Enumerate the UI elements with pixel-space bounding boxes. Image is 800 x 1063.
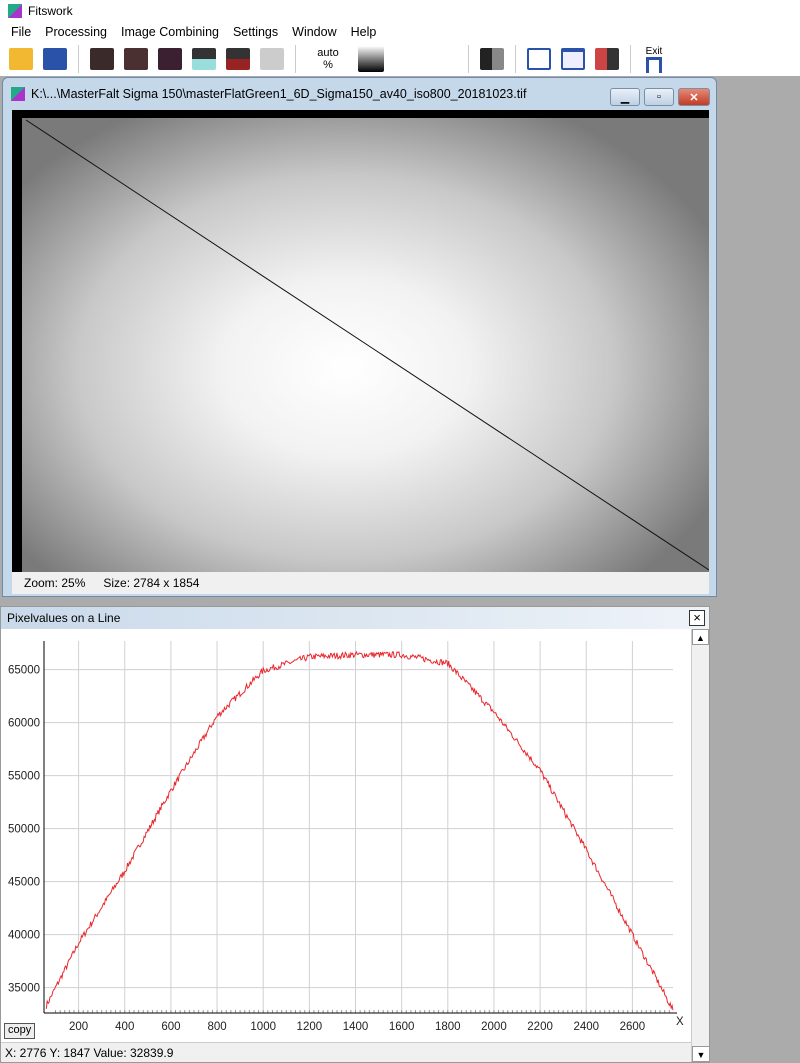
x-tick-label: 1000 xyxy=(250,1021,276,1033)
close-icon: × xyxy=(693,610,701,625)
profile-line[interactable] xyxy=(22,118,709,572)
copy-button[interactable]: copy xyxy=(4,1023,36,1039)
cursor-readout: X: 2776 Y: 1847 Value: 32839.9 xyxy=(1,1042,691,1062)
open-folder-icon xyxy=(9,48,33,70)
app-title: Fitswork xyxy=(28,4,73,18)
y-tick-label: 60000 xyxy=(8,718,40,730)
x-tick-label: 2600 xyxy=(620,1021,646,1033)
cut-button[interactable] xyxy=(257,44,287,74)
toolbar-separator xyxy=(515,45,516,73)
save-icon xyxy=(43,48,67,70)
menu-image-combining[interactable]: Image Combining xyxy=(114,25,226,39)
vertical-scrollbar[interactable]: ▲ ▼ xyxy=(691,629,710,1062)
profile-series-line xyxy=(45,650,674,1011)
duplicate-image-icon xyxy=(226,48,250,70)
exit-label: Exit xyxy=(645,45,663,57)
image-size: Size: 2784 x 1854 xyxy=(103,576,200,590)
histogram-icon xyxy=(527,48,551,70)
text-annotate-button[interactable] xyxy=(592,44,622,74)
gradient-icon xyxy=(358,46,384,72)
menu-settings[interactable]: Settings xyxy=(226,25,285,39)
y-tick-label: 50000 xyxy=(8,824,40,836)
close-icon: ✕ xyxy=(689,91,699,104)
y-tick-label: 40000 xyxy=(8,930,40,942)
image-window: K:\...\MasterFalt Sigma 150\masterFlatGr… xyxy=(2,77,717,597)
flip-vertical-icon xyxy=(124,48,148,70)
profile-chart: 200 400 600 800 1000 1200 1400 1600 1800 2000 2200… xyxy=(8,641,684,1033)
image-statusbar: Zoom: 25% Size: 2784 x 1854 xyxy=(12,572,709,594)
panel-title: Pixelvalues on a Line xyxy=(7,611,121,625)
menu-file[interactable]: File xyxy=(4,25,38,39)
x-axis-label: X xyxy=(676,1016,684,1028)
exit-button[interactable]: Exit xyxy=(639,44,669,74)
maximize-button[interactable]: ▫ xyxy=(644,88,674,106)
save-button[interactable] xyxy=(40,44,70,74)
panel-close-button[interactable]: × xyxy=(689,610,705,626)
x-tick-label: 1800 xyxy=(435,1021,461,1033)
menu-help[interactable]: Help xyxy=(344,25,384,39)
auto-label: auto xyxy=(317,47,339,59)
histogram-button[interactable] xyxy=(524,44,554,74)
x-tick-label: 800 xyxy=(207,1021,226,1033)
x-tick-label: 2000 xyxy=(481,1021,507,1033)
image-canvas[interactable] xyxy=(12,110,709,572)
menu-window[interactable]: Window xyxy=(285,25,343,39)
toolbar-separator xyxy=(468,45,469,73)
exit-icon xyxy=(646,56,662,73)
window-list-icon xyxy=(561,48,585,70)
x-tick-label: 1600 xyxy=(389,1021,415,1033)
menu-processing[interactable]: Processing xyxy=(38,25,114,39)
menu-bar: File Processing Image Combining Settings… xyxy=(0,22,800,42)
maximize-icon: ▫ xyxy=(657,91,661,103)
panel-header: Pixelvalues on a Line xyxy=(1,607,709,629)
app-icon xyxy=(8,4,22,18)
window-list-button[interactable] xyxy=(558,44,588,74)
scroll-up-arrow-icon[interactable]: ▲ xyxy=(692,629,709,645)
text-annotate-icon xyxy=(595,48,619,70)
app-titlebar: Fitswork xyxy=(0,0,800,22)
rotate-icon xyxy=(158,48,182,70)
flip-horizontal-icon xyxy=(90,48,114,70)
pixel-profile-panel: Pixelvalues on a Line × 200 400 600 800 1000… xyxy=(0,606,710,1063)
scroll-down-arrow-icon[interactable]: ▼ xyxy=(692,1046,710,1062)
flat-image[interactable] xyxy=(22,118,709,572)
copy-image-icon xyxy=(192,48,216,70)
toolbar-separator xyxy=(295,45,296,73)
toolbar-separator xyxy=(630,45,631,73)
gradient-button[interactable] xyxy=(356,44,386,74)
auto-stretch-button[interactable]: auto % xyxy=(304,44,352,74)
star-select-button[interactable] xyxy=(477,44,507,74)
zoom-level: Zoom: 25% xyxy=(24,576,86,590)
x-tick-label: 2200 xyxy=(527,1021,553,1033)
x-tick-label: 1200 xyxy=(297,1021,323,1033)
rotate-button[interactable] xyxy=(155,44,185,74)
image-window-title: K:\...\MasterFalt Sigma 150\masterFlatGr… xyxy=(31,87,527,101)
cut-icon xyxy=(260,48,284,70)
open-button[interactable] xyxy=(6,44,36,74)
flip-vertical-button[interactable] xyxy=(121,44,151,74)
y-tick-label: 55000 xyxy=(8,771,40,783)
copy-image-button[interactable] xyxy=(189,44,219,74)
y-tick-label: 45000 xyxy=(8,877,40,889)
minimize-button[interactable]: ▁ xyxy=(610,88,640,106)
percent-label: % xyxy=(323,59,333,71)
close-button[interactable]: ✕ xyxy=(678,88,710,106)
minimize-icon: ▁ xyxy=(620,91,630,104)
duplicate-image-button[interactable] xyxy=(223,44,253,74)
document-icon xyxy=(11,87,25,101)
toolbar-separator xyxy=(78,45,79,73)
y-tick-label: 35000 xyxy=(8,983,40,995)
x-tick-label: 200 xyxy=(69,1021,88,1033)
x-tick-label: 400 xyxy=(115,1021,134,1033)
y-tick-label: 65000 xyxy=(8,665,40,677)
x-tick-label: 2400 xyxy=(573,1021,599,1033)
x-tick-label: 600 xyxy=(161,1021,180,1033)
toolbar: auto % Exit xyxy=(0,42,800,76)
star-select-icon xyxy=(480,48,504,70)
x-tick-label: 1400 xyxy=(343,1021,369,1033)
flip-horizontal-button[interactable] xyxy=(87,44,117,74)
